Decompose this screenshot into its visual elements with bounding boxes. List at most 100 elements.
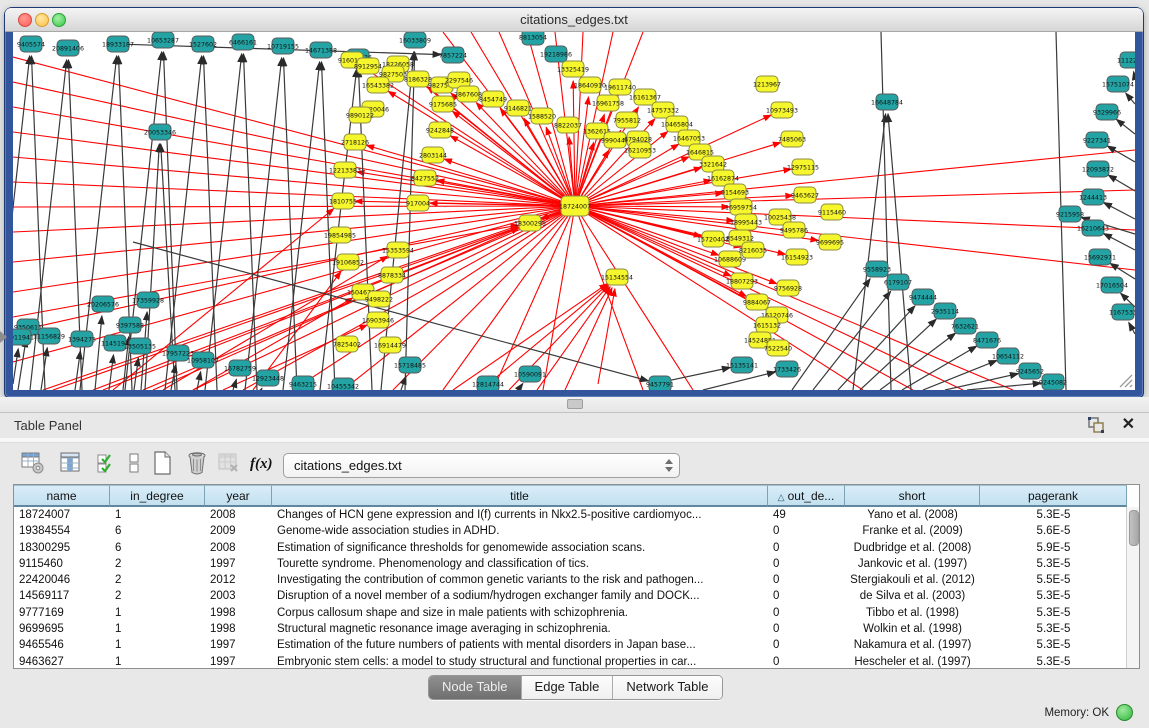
graph-node[interactable]: 7955812 xyxy=(613,112,641,128)
graph-node[interactable]: 9245082 xyxy=(1039,374,1067,390)
table-row[interactable]: 911546021997Tourette syndrome. Phenomeno… xyxy=(14,556,1127,572)
graph-node[interactable]: 15751074 xyxy=(1102,76,1134,92)
float-panel-icon[interactable] xyxy=(1087,416,1105,434)
graph-node[interactable]: 1615132 xyxy=(753,317,781,333)
graph-node[interactable]: 9215958 xyxy=(1056,206,1084,222)
graph-node[interactable]: 1733426 xyxy=(773,361,801,377)
graph-node[interactable]: 2935114 xyxy=(931,303,959,319)
graph-node[interactable]: 15720407 xyxy=(697,231,729,247)
table-row[interactable]: 969969511998Structural magnetic resonanc… xyxy=(14,621,1127,637)
table-row[interactable]: 946554611997Estimation of the future num… xyxy=(14,637,1127,653)
graph-node[interactable]: 19106852 xyxy=(332,254,364,270)
graph-node[interactable]: 9175685 xyxy=(429,96,457,112)
clear-selection-icon[interactable] xyxy=(122,450,148,476)
column-header-title[interactable]: title xyxy=(272,485,768,507)
column-header-short[interactable]: short xyxy=(845,485,980,507)
memory-indicator[interactable] xyxy=(1116,704,1133,721)
graph-node[interactable]: 16648784 xyxy=(871,94,903,110)
column-header-pagerank[interactable]: pagerank xyxy=(980,485,1127,507)
graph-node[interactable]: 9474444 xyxy=(909,289,937,305)
graph-node[interactable]: 8813054 xyxy=(519,32,547,45)
graph-node[interactable]: 19611740 xyxy=(604,79,636,95)
graph-node[interactable]: 15134554 xyxy=(601,269,633,285)
graph-node[interactable]: 9245652 xyxy=(1016,363,1044,379)
table-row[interactable]: 2242004622012Investigating the contribut… xyxy=(14,572,1127,588)
table-mode-icon[interactable] xyxy=(20,450,46,476)
function-builder-icon[interactable]: f(x) xyxy=(248,451,274,477)
table-row[interactable]: 1938455462009Genome-wide association stu… xyxy=(14,523,1127,539)
graph-node[interactable]: 1112210 xyxy=(1117,52,1135,68)
column-header-year[interactable]: year xyxy=(205,485,272,507)
table-row[interactable]: 977716911998Corpus callosum shape and si… xyxy=(14,605,1127,621)
graph-node[interactable]: 9329966 xyxy=(1093,104,1121,120)
panel-collapse-arrow[interactable] xyxy=(0,331,7,343)
split-divider[interactable] xyxy=(0,397,1149,412)
graph-node[interactable]: 18995443 xyxy=(730,214,762,230)
graph-node[interactable]: 8427552 xyxy=(411,170,439,186)
graph-node[interactable]: 10719155 xyxy=(267,38,299,54)
delete-columns-icon[interactable] xyxy=(184,450,210,476)
graph-node[interactable]: 1588520 xyxy=(528,108,556,124)
graph-node[interactable]: 9884067 xyxy=(743,294,771,310)
graph-node[interactable]: 8912954 xyxy=(354,58,382,74)
graph-node[interactable]: 8822037 xyxy=(554,117,582,133)
new-column-icon[interactable] xyxy=(150,450,176,476)
graph-node[interactable]: 10455342 xyxy=(327,378,359,390)
graph-node[interactable]: 1394275 xyxy=(68,331,96,347)
graph-node[interactable]: 9495786 xyxy=(780,222,808,238)
graph-node[interactable]: 9115460 xyxy=(818,204,846,220)
graph-node[interactable]: 12213383 xyxy=(329,162,361,178)
graph-node[interactable]: 1810755 xyxy=(329,193,357,209)
graph-node[interactable]: 7857224 xyxy=(439,47,467,63)
graph-node[interactable]: 9463215 xyxy=(289,376,317,390)
graph-node[interactable]: 6179107 xyxy=(884,274,912,290)
graph-node[interactable]: 1244413 xyxy=(1079,189,1107,205)
graph-node[interactable]: 12814744 xyxy=(472,376,504,390)
graph-node[interactable]: 8216035 xyxy=(739,242,767,258)
graph-node[interactable]: 2803144 xyxy=(419,147,447,163)
graph-node[interactable]: 2867608 xyxy=(454,86,482,102)
graph-node[interactable]: 9242848 xyxy=(426,122,454,138)
select-all-rows-icon[interactable] xyxy=(94,450,120,476)
graph-node[interactable]: 18640910 xyxy=(574,77,606,93)
graph-node[interactable]: 19218986 xyxy=(540,46,572,62)
table-select[interactable]: citations_edges.txt xyxy=(283,453,680,478)
graph-node[interactable]: 2718126 xyxy=(341,134,369,150)
graph-node[interactable]: 8878334 xyxy=(378,267,406,283)
graph-node[interactable]: 10654112 xyxy=(992,348,1024,364)
tab-node-table[interactable]: Node Table xyxy=(429,676,521,699)
network-canvas[interactable]: 1872400794055742089140618933187106532871… xyxy=(13,32,1135,390)
graph-node[interactable]: 12093872 xyxy=(1082,161,1114,177)
graph-node[interactable]: 18933187 xyxy=(102,36,134,52)
scrollbar-thumb[interactable] xyxy=(1129,510,1139,546)
graph-node[interactable]: 15718485 xyxy=(394,357,426,373)
citation-network-graph[interactable]: 1872400794055742089140618933187106532871… xyxy=(13,32,1135,390)
graph-node[interactable]: 9558923 xyxy=(863,261,891,277)
graph-node[interactable]: 9756928 xyxy=(774,280,802,296)
graph-node[interactable]: 7485063 xyxy=(778,131,806,147)
graph-node[interactable]: 6466161 xyxy=(229,34,257,50)
graph-node[interactable]: 13325419 xyxy=(557,61,589,77)
column-header-out_degree[interactable]: △out_de... xyxy=(768,485,845,507)
graph-node[interactable]: 8454749 xyxy=(479,91,507,107)
split-divider-handle[interactable] xyxy=(567,399,583,409)
column-header-in_degree[interactable]: in_degree xyxy=(110,485,205,507)
column-header-name[interactable]: name xyxy=(14,485,110,507)
graph-node[interactable]: 15135141 xyxy=(726,357,758,373)
graph-node[interactable]: 9463627 xyxy=(791,187,819,203)
graph-node[interactable]: 3911941 xyxy=(13,329,34,345)
table-row[interactable]: 1830029562008Estimation of significance … xyxy=(14,540,1127,556)
window-titlebar[interactable]: citations_edges.txt xyxy=(5,8,1143,32)
graph-node[interactable]: 7825402 xyxy=(333,336,361,352)
graph-node[interactable]: 9457791 xyxy=(646,376,674,390)
graph-node[interactable]: 9890122 xyxy=(346,107,374,123)
graph-node[interactable]: 14671388 xyxy=(305,42,337,58)
graph-node[interactable]: 12975115 xyxy=(787,159,819,175)
graph-node[interactable]: 15692971 xyxy=(1084,249,1116,265)
graph-node[interactable]: 16033809 xyxy=(399,32,431,48)
graph-node[interactable]: 9699695 xyxy=(816,234,844,250)
graph-node[interactable]: 8471676 xyxy=(973,332,1001,348)
graph-node[interactable]: 7522540 xyxy=(764,340,792,356)
graph-node[interactable]: 9227341 xyxy=(1083,132,1111,148)
window-resize-grip[interactable] xyxy=(1117,372,1133,388)
